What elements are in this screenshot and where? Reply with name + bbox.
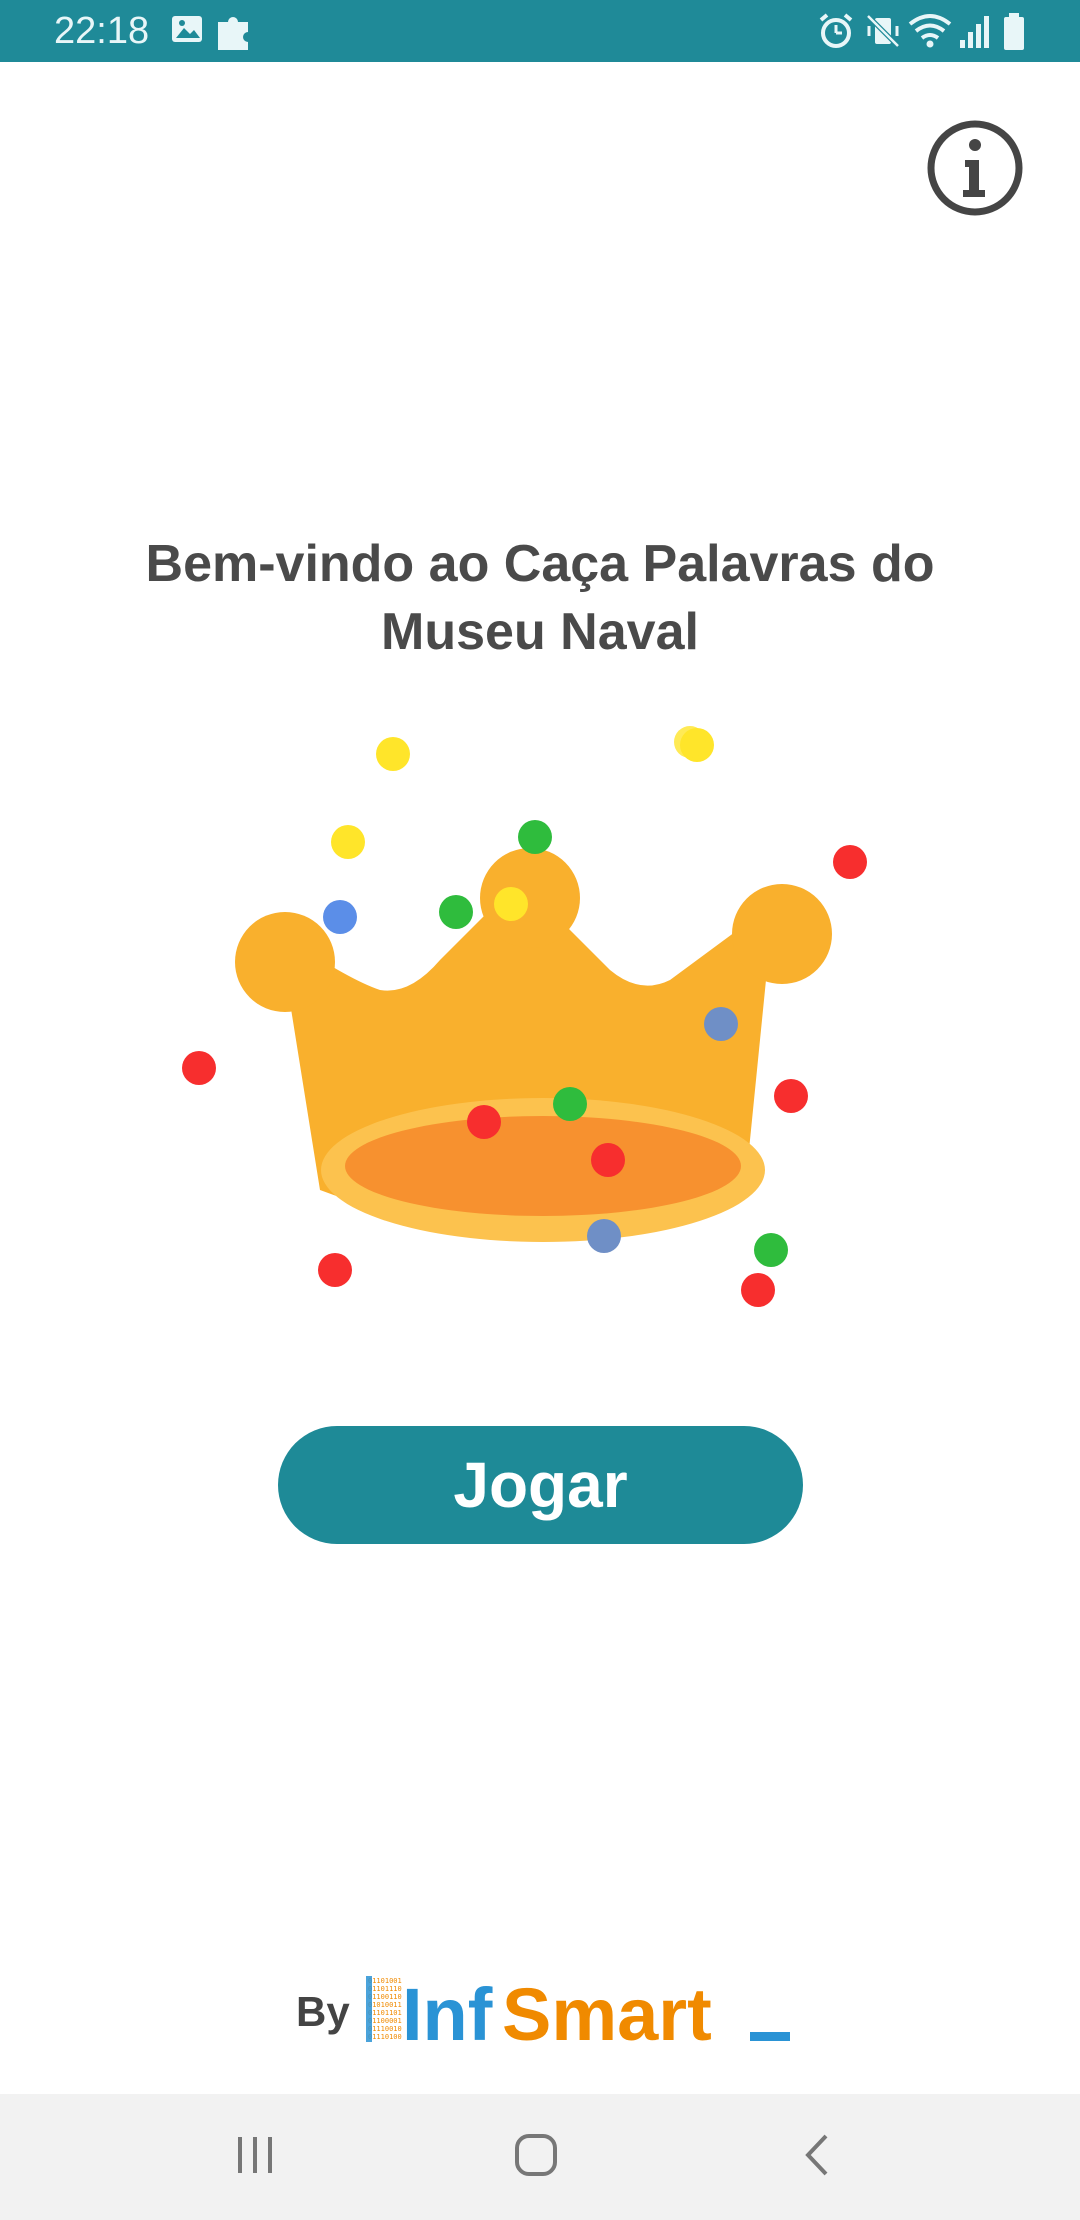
battery-icon: [1004, 13, 1024, 50]
info-button[interactable]: [925, 118, 1025, 218]
info-icon: [927, 120, 1023, 216]
wifi-icon: [908, 14, 952, 48]
home-button[interactable]: [491, 2122, 581, 2192]
svg-text:01100110: 01100110: [368, 1993, 402, 2001]
splash-screen: 22:18 Bem-vindo ao Caça Palavras do Muse…: [0, 0, 1080, 2220]
recents-icon: [238, 2137, 272, 2173]
welcome-title: Bem-vindo ao Caça Palavras do Museu Nava…: [145, 535, 935, 661]
puzzle-icon: [218, 17, 248, 50]
svg-text:01101001: 01101001: [368, 1977, 402, 1985]
brand-by-label: By: [296, 1988, 350, 2035]
back-icon: [805, 2134, 828, 2176]
svg-text:01100001: 01100001: [368, 2017, 402, 2025]
navigation-bar: [0, 2094, 1080, 2220]
svg-text:01101110: 01101110: [368, 1985, 402, 1993]
recents-button[interactable]: [210, 2122, 300, 2192]
brand-footer: By 01101001 01101110 01100110 01010011 0…: [296, 1968, 816, 2048]
svg-text:01110010: 01110010: [368, 2025, 402, 2033]
image-icon: [172, 16, 202, 42]
svg-text:01010011: 01010011: [368, 2001, 402, 2009]
status-time: 22:18: [54, 10, 150, 52]
back-button[interactable]: [772, 2122, 862, 2192]
crown-icon: [182, 726, 867, 1307]
play-button[interactable]: Jogar: [278, 1426, 803, 1544]
status-bar: 22:18: [0, 0, 1080, 62]
vibrate-mute-icon: [866, 14, 900, 48]
brand-name-inf: Inf: [402, 1973, 493, 2048]
brand-name-smart: Smart: [502, 1973, 712, 2048]
svg-text:01101101: 01101101: [368, 2009, 402, 2017]
home-icon: [515, 2134, 557, 2176]
svg-text:01110100: 01110100: [368, 2033, 402, 2041]
alarm-icon: [819, 13, 853, 48]
infsmart-logo: 01101001 01101110 01100110 01010011 0110…: [366, 1973, 790, 2048]
signal-icon: [960, 16, 989, 48]
